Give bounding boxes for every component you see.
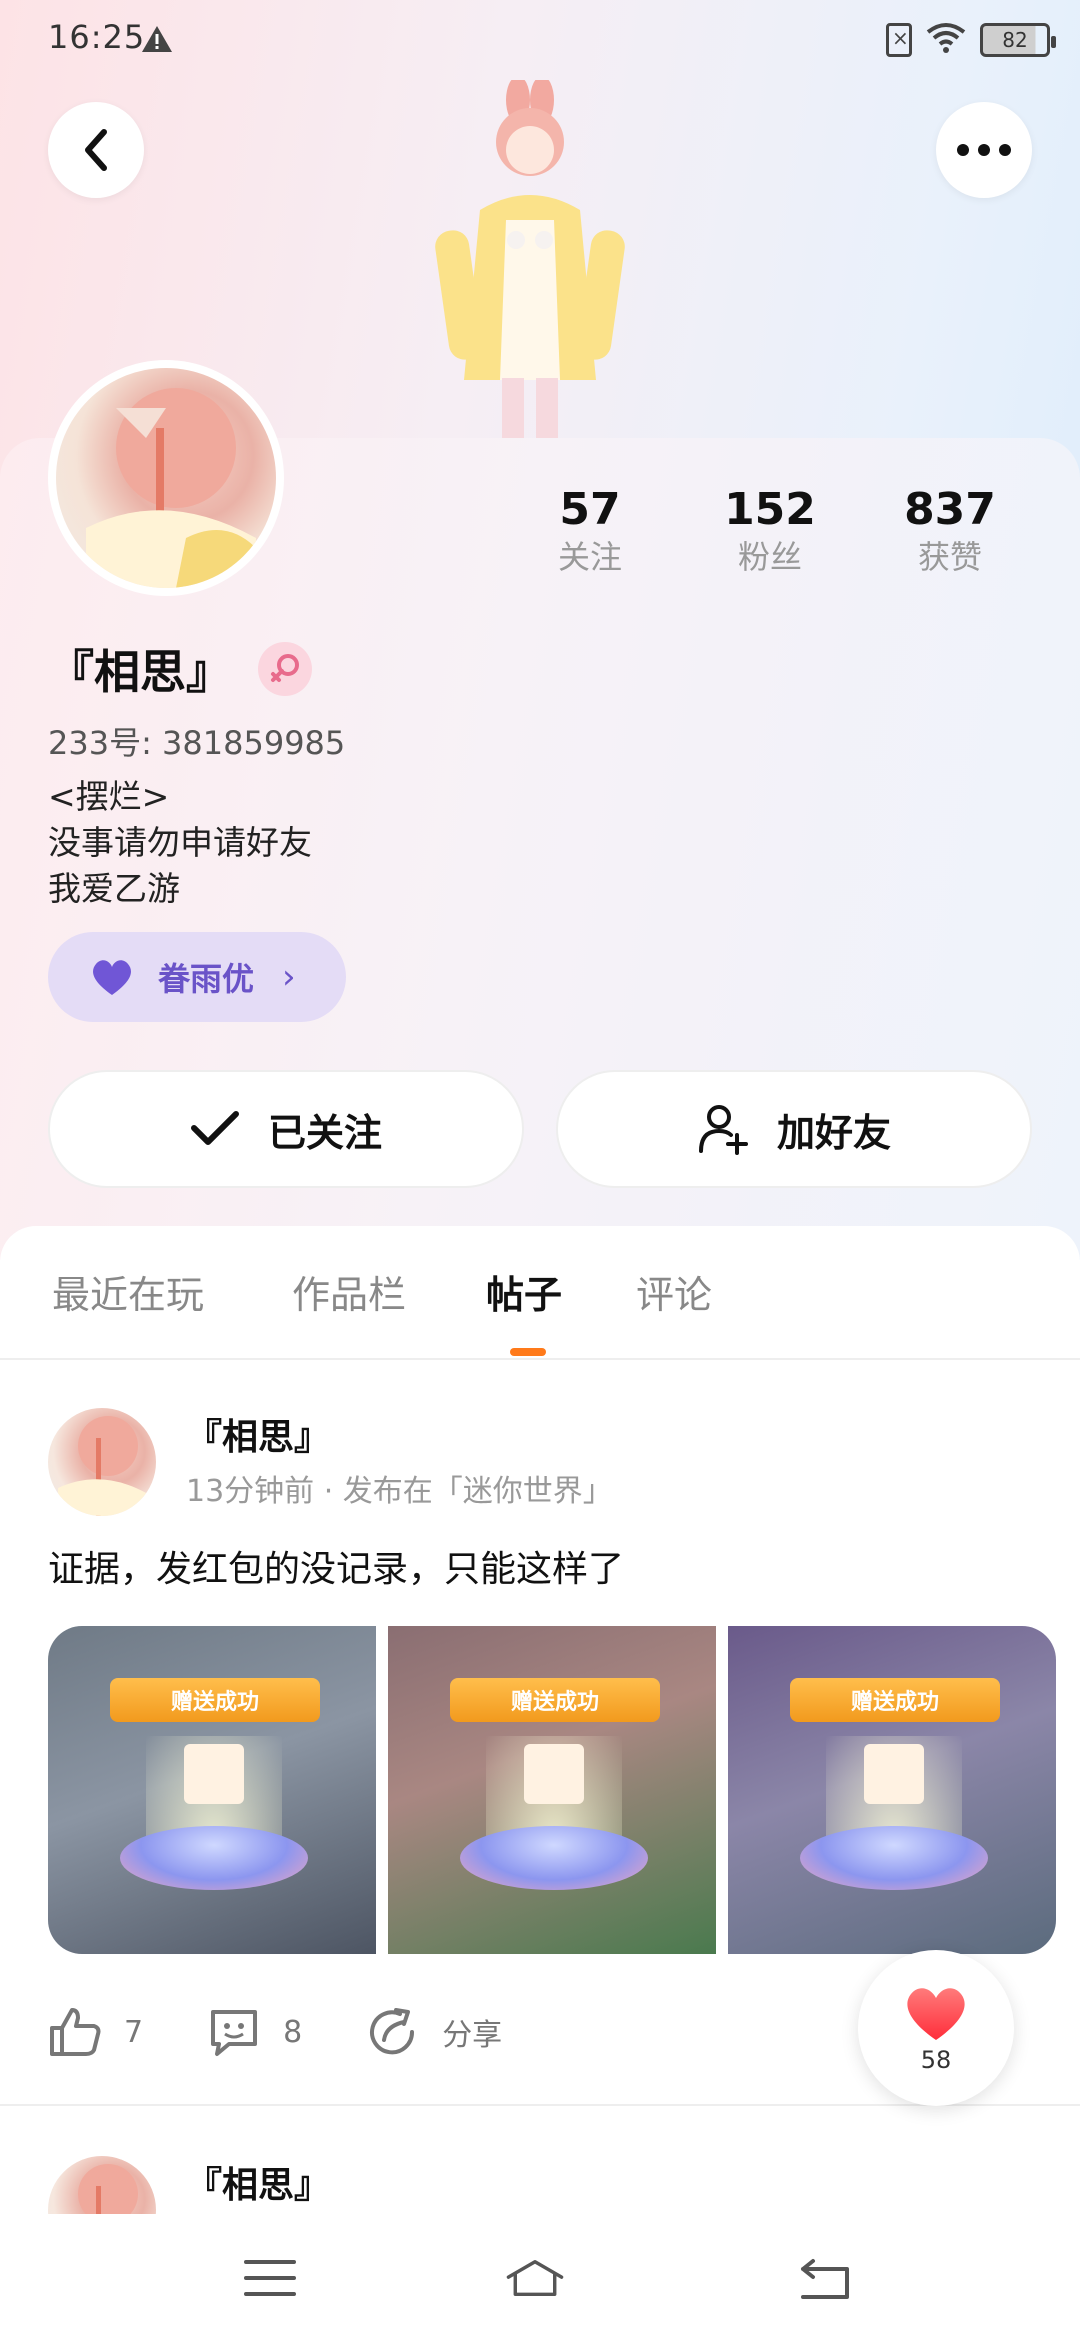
more-icon: [957, 144, 1011, 156]
post-image[interactable]: 赠送成功: [728, 1626, 1056, 1954]
image-caption: 赠送成功: [790, 1678, 1000, 1722]
system-nav-bar: [0, 2214, 1080, 2340]
chevron-right-icon: ›: [282, 957, 296, 997]
no-sim-icon: [886, 23, 912, 57]
back-nav-button[interactable]: [795, 2250, 855, 2306]
bio-line: <摆烂>: [48, 777, 170, 816]
female-icon: [258, 642, 312, 696]
floating-like-button[interactable]: 58: [858, 1950, 1014, 2106]
share-icon: [370, 2008, 415, 2055]
share-button[interactable]: 分享: [366, 2006, 502, 2058]
followed-button[interactable]: 已关注: [48, 1070, 524, 1188]
profile-avatar[interactable]: [48, 360, 284, 596]
return-icon: [801, 2259, 849, 2299]
check-icon: [190, 1111, 239, 1145]
bio-line: 没事请勿申请好友: [48, 823, 312, 862]
back-icon: [85, 129, 107, 171]
stat-label: 获赞: [917, 538, 982, 576]
wifi-icon: [926, 22, 966, 58]
add-friend-label: 加好友: [776, 1110, 891, 1155]
stat-likes[interactable]: 837 获赞: [860, 484, 1040, 578]
add-friend-button[interactable]: 加好友: [556, 1070, 1032, 1188]
heart-icon: [93, 960, 131, 995]
tab-active-indicator: [510, 1348, 546, 1356]
post-actions: 7 8 分享: [48, 2006, 566, 2058]
post-image[interactable]: 赠送成功: [388, 1626, 716, 1954]
followed-label: 已关注: [267, 1110, 382, 1155]
profile-page: 16:25 82: [0, 0, 1080, 2340]
post-author-avatar[interactable]: [48, 2156, 156, 2214]
floating-like-count: 58: [920, 2046, 952, 2074]
like-count: 7: [124, 2014, 144, 2050]
status-time: 16:25: [48, 18, 146, 56]
comment-count: 8: [283, 2014, 303, 2050]
stat-label: 关注: [557, 538, 622, 576]
tab-works[interactable]: 作品栏: [292, 1264, 406, 1319]
status-bar: 16:25 82: [0, 0, 1080, 80]
menu-icon: [244, 2260, 296, 2296]
tab-recently-played[interactable]: 最近在玩: [52, 1264, 204, 1319]
post-author-name[interactable]: 『相思』: [186, 1408, 330, 1460]
home-icon: [506, 2260, 564, 2296]
share-label: 分享: [442, 2018, 503, 2053]
post-image-grid: 赠送成功 赠送成功 赠送成功: [48, 1626, 1056, 1954]
battery-icon: 82: [980, 23, 1056, 57]
profile-nickname: 『相思』: [48, 645, 232, 699]
post-meta: 13分钟前 · 发布在「迷你世界」: [186, 1474, 613, 1509]
profile-uid: 233号: 381859985: [48, 724, 346, 762]
tab-posts[interactable]: 帖子: [486, 1264, 562, 1319]
image-caption: 赠送成功: [110, 1678, 320, 1722]
post-image[interactable]: 赠送成功: [48, 1626, 376, 1954]
warning-icon: [140, 24, 174, 54]
bio-line: 我爱乙游: [48, 869, 180, 908]
post-text: 证据，发红包的没记录，只能这样了: [48, 1549, 625, 1590]
comment-icon: [211, 2010, 258, 2056]
like-button[interactable]: 7: [48, 2006, 143, 2058]
tab-comments[interactable]: 评论: [636, 1264, 712, 1319]
menu-button[interactable]: [240, 2250, 300, 2306]
stat-label: 粉丝: [737, 538, 802, 576]
vip-label: 眷雨优: [158, 960, 255, 998]
profile-bio: <摆烂> 没事请勿申请好友 我爱乙游: [48, 774, 312, 912]
character-banner-image: [420, 76, 640, 440]
stat-value: 152: [724, 484, 816, 535]
home-button[interactable]: [505, 2250, 565, 2306]
add-user-icon: [698, 1105, 748, 1155]
profile-stats: 57 关注 152 粉丝 837 获赞: [500, 484, 1040, 578]
post-card[interactable]: 『相思』: [0, 2152, 1080, 2214]
nickname-row: 『相思』: [48, 636, 312, 702]
stat-value: 57: [559, 484, 621, 535]
status-icons: 82: [886, 22, 1056, 58]
back-button[interactable]: [48, 102, 144, 198]
post-divider: [0, 2104, 1080, 2106]
stat-following[interactable]: 57 关注: [500, 484, 680, 578]
stat-value: 837: [904, 484, 996, 535]
comment-button[interactable]: 8: [207, 2006, 302, 2058]
vip-badge-button[interactable]: 眷雨优 ›: [48, 932, 346, 1022]
post-author-avatar[interactable]: [48, 1408, 156, 1516]
post-author-name[interactable]: 『相思』: [186, 2156, 330, 2208]
heart-icon: [907, 1988, 965, 2040]
profile-tabs: 最近在玩 作品栏 帖子 评论: [0, 1226, 1080, 1360]
image-caption: 赠送成功: [450, 1678, 660, 1722]
more-button[interactable]: [936, 102, 1032, 198]
thumb-up-icon: [50, 2008, 101, 2056]
stat-followers[interactable]: 152 粉丝: [680, 484, 860, 578]
